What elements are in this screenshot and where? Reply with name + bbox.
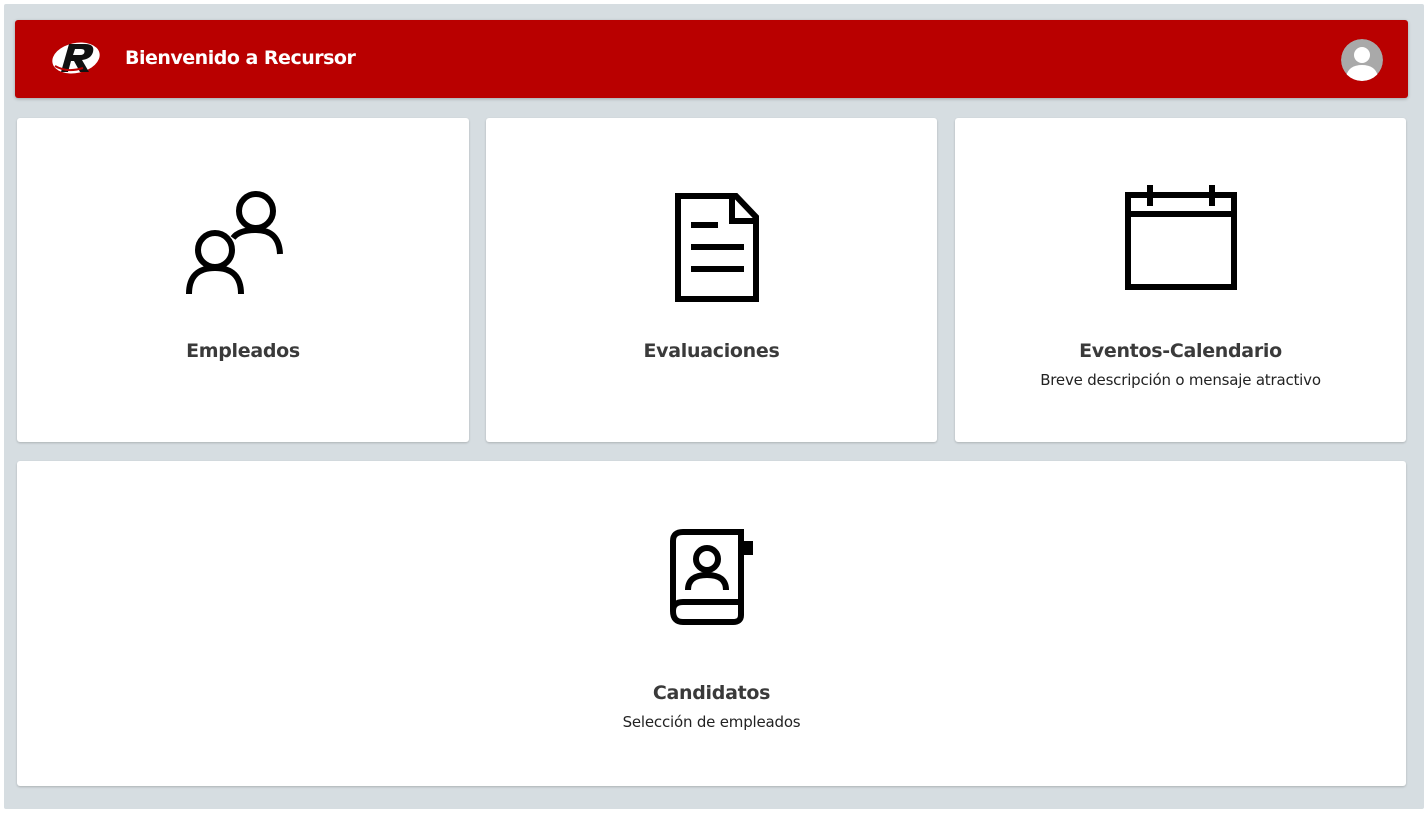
- user-avatar-icon[interactable]: [1341, 39, 1383, 81]
- card-title: Candidatos: [652, 682, 771, 704]
- page-title: Bienvenido a Recursor: [125, 47, 356, 69]
- calendar-icon: [1125, 185, 1237, 290]
- card-title: Empleados: [186, 340, 300, 362]
- users-icon: [186, 191, 283, 295]
- app-header: Bienvenido a Recursor: [15, 20, 1408, 98]
- card-evaluaciones[interactable]: Evaluaciones: [486, 118, 937, 442]
- card-empleados[interactable]: Empleados: [17, 118, 469, 442]
- card-description: Breve descripción o mensaje atractivo: [1040, 371, 1321, 389]
- document-icon: [675, 193, 759, 302]
- card-title: Eventos-Calendario: [1079, 340, 1282, 362]
- card-eventos-calendario[interactable]: Eventos-Calendario Breve descripción o m…: [955, 118, 1406, 442]
- recursor-logo-icon[interactable]: [49, 38, 103, 78]
- card-description: Selección de empleados: [622, 713, 801, 731]
- contact-book-icon: [670, 529, 753, 625]
- card-title: Evaluaciones: [643, 340, 780, 362]
- card-candidatos[interactable]: Candidatos Selección de empleados: [17, 461, 1406, 786]
